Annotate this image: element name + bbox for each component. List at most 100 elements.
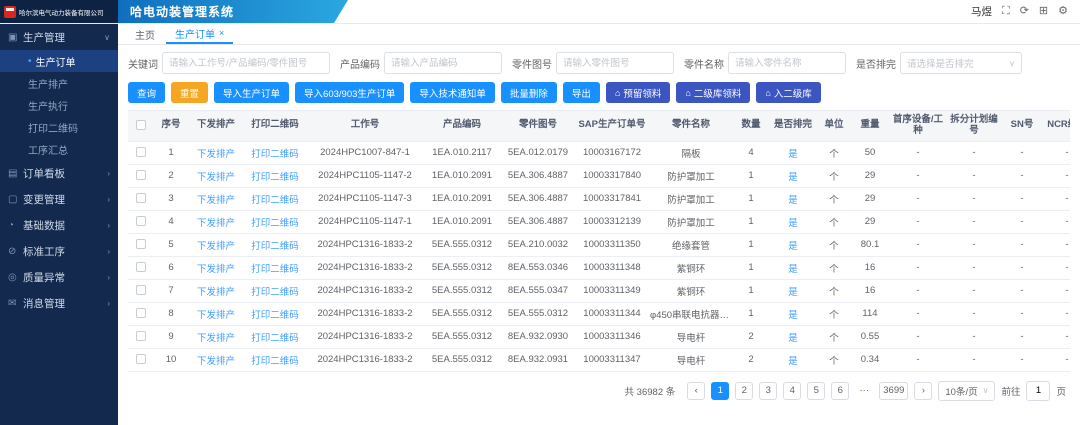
chevron-down-icon: ∨ bbox=[104, 33, 110, 42]
reserved-picking-button[interactable]: ⌂预留领料 bbox=[606, 82, 670, 103]
sidebar-item-0-4[interactable]: 工序汇总 bbox=[0, 138, 118, 160]
col-part-drawing-no: 5EA.210.0032 bbox=[500, 233, 576, 256]
settings-icon[interactable]: ⚙ bbox=[1058, 6, 1068, 17]
export-button[interactable]: 导出 bbox=[563, 82, 600, 103]
print-qr-link[interactable]: 打印二维码 bbox=[244, 325, 306, 348]
sidebar-group-1[interactable]: ▤订单看板› bbox=[0, 160, 118, 186]
sidebar-group-4[interactable]: ⊘标准工序› bbox=[0, 238, 118, 264]
col-product-code-header: 产品编码 bbox=[424, 111, 500, 141]
table-scroll-area[interactable]: 序号下发排产打印二维码工作号产品编码零件图号SAP生产订单号零件名称数量是否排完… bbox=[128, 110, 1070, 372]
issue-scheduling-link[interactable]: 下发排产 bbox=[188, 302, 244, 325]
issue-scheduling-link[interactable]: 下发排产 bbox=[188, 348, 244, 371]
page-button-3699[interactable]: 3699 bbox=[879, 382, 908, 400]
next-page-button[interactable]: › bbox=[914, 382, 932, 400]
message-mgmt-icon: ✉ bbox=[8, 298, 23, 309]
filter-input-3[interactable] bbox=[728, 52, 846, 74]
sidebar-group-5[interactable]: ◎质量异常› bbox=[0, 264, 118, 290]
grid-icon[interactable]: ⊞ bbox=[1039, 6, 1048, 17]
page-button-3[interactable]: 3 bbox=[759, 382, 777, 400]
sidebar-group-label: 订单看板 bbox=[23, 166, 107, 181]
row-checkbox[interactable] bbox=[136, 216, 146, 226]
base-data-icon: ◔ bbox=[8, 220, 23, 231]
issue-scheduling-link[interactable]: 下发排产 bbox=[188, 256, 244, 279]
filter-input-2[interactable] bbox=[556, 52, 674, 74]
sidebar-group-0[interactable]: ▣生产管理∨ bbox=[0, 24, 118, 50]
issue-scheduling-link[interactable]: 下发排产 bbox=[188, 279, 244, 302]
page-button-5[interactable]: 5 bbox=[807, 382, 825, 400]
row-checkbox[interactable] bbox=[136, 170, 146, 180]
page-button-6[interactable]: 6 bbox=[831, 382, 849, 400]
row-checkbox[interactable] bbox=[136, 262, 146, 272]
print-qr-link[interactable]: 打印二维码 bbox=[244, 348, 306, 371]
close-icon[interactable]: × bbox=[219, 28, 224, 38]
into-secondary-store-button[interactable]: ⌂入二级库 bbox=[756, 82, 820, 103]
print-qr-link[interactable]: 打印二维码 bbox=[244, 164, 306, 187]
col-sn-no: - bbox=[1002, 141, 1042, 164]
sidebar-group-6[interactable]: ✉消息管理› bbox=[0, 290, 118, 316]
sidebar-group-2[interactable]: ▢变更管理› bbox=[0, 186, 118, 212]
issue-scheduling-link[interactable]: 下发排产 bbox=[188, 233, 244, 256]
page-button-1[interactable]: 1 bbox=[711, 382, 729, 400]
row-checkbox[interactable] bbox=[136, 285, 146, 295]
page-ellipsis: ··· bbox=[855, 382, 873, 400]
reset-button[interactable]: 重置 bbox=[171, 82, 208, 103]
row-select-cell bbox=[128, 348, 154, 371]
issue-scheduling-link[interactable]: 下发排产 bbox=[188, 210, 244, 233]
filter-group-4: 是否排完请选择是否排完∨ bbox=[856, 52, 1022, 74]
col-unit: 个 bbox=[818, 279, 850, 302]
fullscreen-icon[interactable]: ⛶ bbox=[1002, 6, 1010, 17]
table-row: 2下发排产打印二维码2024HPC1105-1147-21EA.010.2091… bbox=[128, 164, 1070, 187]
issue-scheduling-link[interactable]: 下发排产 bbox=[188, 164, 244, 187]
goto-page-label: 前往 bbox=[1001, 384, 1020, 398]
print-qr-link[interactable]: 打印二维码 bbox=[244, 233, 306, 256]
chevron-right-icon: › bbox=[107, 299, 110, 308]
col-part-name: φ450串联电抗器装配 bbox=[648, 302, 734, 325]
import-603-903-order-button[interactable]: 导入603/903生产订单 bbox=[295, 82, 404, 103]
sidebar-item-0-2[interactable]: 生产执行 bbox=[0, 94, 118, 116]
col-sn-no-header: SN号 bbox=[1002, 111, 1042, 141]
filter-input-1[interactable] bbox=[384, 52, 502, 74]
chevron-right-icon: › bbox=[107, 273, 110, 282]
page-button-4[interactable]: 4 bbox=[783, 382, 801, 400]
print-qr-link[interactable]: 打印二维码 bbox=[244, 302, 306, 325]
print-qr-link[interactable]: 打印二维码 bbox=[244, 210, 306, 233]
sidebar-group-3[interactable]: ◔基础数据› bbox=[0, 212, 118, 238]
goto-page-input[interactable] bbox=[1026, 381, 1050, 401]
refresh-icon[interactable]: ⟳ bbox=[1020, 6, 1029, 17]
print-qr-link[interactable]: 打印二维码 bbox=[244, 256, 306, 279]
batch-delete-button[interactable]: 批量删除 bbox=[501, 82, 557, 103]
print-qr-link[interactable]: 打印二维码 bbox=[244, 279, 306, 302]
sidebar-item-0-1[interactable]: 生产排产 bbox=[0, 72, 118, 94]
tab-production-order[interactable]: 生产订单 × bbox=[166, 24, 233, 44]
issue-scheduling-link[interactable]: 下发排产 bbox=[188, 187, 244, 210]
topbar-right: 马煜 ⛶ ⟳ ⊞ ⚙ bbox=[348, 0, 1080, 23]
import-tech-notice-button[interactable]: 导入技术通知单 bbox=[410, 82, 495, 103]
username[interactable]: 马煜 bbox=[971, 4, 992, 19]
page-size-select[interactable]: 10条/页∨ bbox=[938, 381, 995, 401]
row-checkbox[interactable] bbox=[136, 308, 146, 318]
issue-scheduling-link[interactable]: 下发排产 bbox=[188, 325, 244, 348]
select-all-checkbox[interactable] bbox=[136, 120, 146, 130]
col-qty: 2 bbox=[734, 325, 768, 348]
sidebar-item-0-3[interactable]: 打印二维码 bbox=[0, 116, 118, 138]
sidebar-item-0-0[interactable]: 生产订单 bbox=[0, 50, 118, 72]
row-checkbox[interactable] bbox=[136, 147, 146, 157]
row-checkbox[interactable] bbox=[136, 239, 146, 249]
select-all-header bbox=[128, 111, 154, 141]
secondary-store-picking-button[interactable]: ⌂二级库领料 bbox=[676, 82, 750, 103]
print-qr-link[interactable]: 打印二维码 bbox=[244, 141, 306, 164]
import-production-order-button[interactable]: 导入生产订单 bbox=[214, 82, 289, 103]
search-button[interactable]: 查询 bbox=[128, 82, 165, 103]
issue-scheduling-link[interactable]: 下发排产 bbox=[188, 141, 244, 164]
prev-page-button[interactable]: ‹ bbox=[687, 382, 705, 400]
row-checkbox[interactable] bbox=[136, 193, 146, 203]
print-qr-link[interactable]: 打印二维码 bbox=[244, 187, 306, 210]
table-row: 8下发排产打印二维码2024HPC1316-1833-25EA.555.0312… bbox=[128, 302, 1070, 325]
filter-select-scheduled[interactable]: 请选择是否排完∨ bbox=[900, 52, 1022, 74]
filter-group-3: 零件名称 bbox=[684, 52, 846, 74]
row-checkbox[interactable] bbox=[136, 331, 146, 341]
filter-input-0[interactable] bbox=[162, 52, 330, 74]
row-checkbox[interactable] bbox=[136, 354, 146, 364]
page-button-2[interactable]: 2 bbox=[735, 382, 753, 400]
tab-home[interactable]: 主页 bbox=[126, 24, 164, 44]
